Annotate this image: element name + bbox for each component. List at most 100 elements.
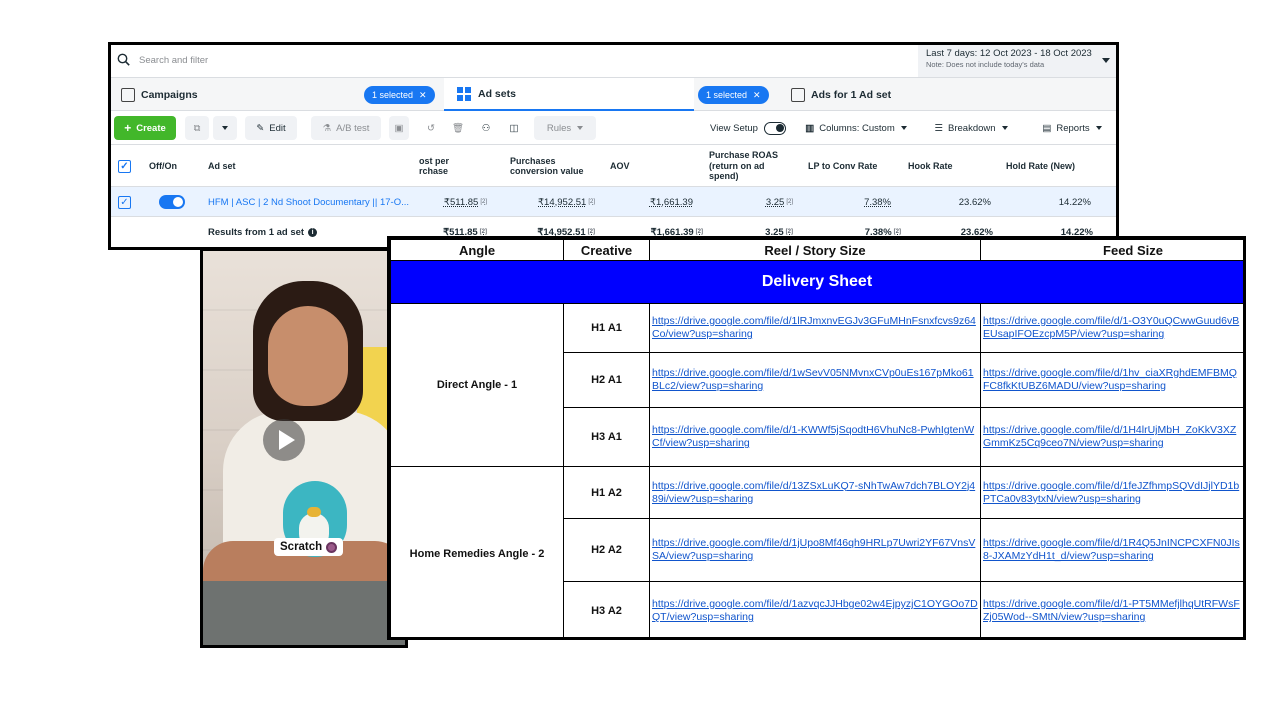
column-purchases-conversion-value[interactable]: Purchases conversion value: [510, 145, 600, 187]
row-toggle[interactable]: [159, 187, 185, 217]
edit-button[interactable]: ✎ Edit: [245, 116, 297, 140]
reports-button[interactable]: ▤ Reports: [1031, 116, 1113, 140]
columns-button[interactable]: ▥ Columns: Custom: [795, 116, 917, 140]
person-face: [268, 306, 348, 406]
hold-rate-value: 14.22%: [1058, 196, 1091, 208]
ad-sets-selected-chip[interactable]: 1 selected ✕: [698, 86, 769, 104]
reports-icon: ▤: [1042, 122, 1052, 134]
chevron-down-icon: [900, 126, 907, 130]
view-setup-label: View Setup: [710, 122, 758, 134]
create-button[interactable]: + Create: [114, 116, 176, 140]
reports-label: Reports: [1056, 122, 1090, 134]
column-off-on[interactable]: Off/On: [149, 145, 177, 187]
reel-link[interactable]: https://drive.google.com/file/d/1wSevV05…: [649, 352, 981, 408]
flask-icon: ⚗: [322, 122, 332, 134]
video-thumbnail[interactable]: Scratch: [200, 248, 408, 648]
delete-button[interactable]: 🗑: [448, 116, 468, 140]
creative-cell: H1 A1: [563, 303, 650, 353]
close-icon[interactable]: ✕: [419, 90, 427, 101]
footnote-mark: [2]: [786, 199, 793, 205]
clipboard-button[interactable]: ▣: [389, 116, 409, 140]
column-aov[interactable]: AOV: [610, 145, 630, 187]
tab-ad-sets[interactable]: Ad sets: [444, 78, 694, 111]
toggle-switch[interactable]: [763, 121, 786, 135]
column-purchase-roas[interactable]: Purchase ROAS (return on ad spend): [709, 145, 799, 187]
ads-manager-panel: Search and filter Last 7 days: 12 Oct 20…: [108, 42, 1119, 250]
chevron-down-icon: [577, 126, 584, 130]
table-surface: [203, 581, 405, 645]
reel-link[interactable]: https://drive.google.com/file/d/1lRJmxnv…: [649, 303, 981, 353]
table-row[interactable]: ✓ HFM | ASC | 2 Nd Shoot Documentary || …: [111, 187, 1116, 217]
checkmark-icon: ✓: [118, 159, 131, 173]
footnote-mark: [2]: [479, 229, 487, 235]
tab-ads[interactable]: Ads for 1 Ad set: [791, 78, 891, 111]
columns-icon: ▥: [805, 122, 815, 134]
toolbar: + Create ⧉ ✎ Edit ⚗ A/B test ▣ ↺ 🗑 ⚇ ◫ R…: [111, 111, 1116, 145]
column-hold-rate[interactable]: Hold Rate (New): [1006, 145, 1075, 187]
reel-link[interactable]: https://drive.google.com/file/d/13ZSxLuK…: [649, 466, 981, 519]
preview-button[interactable]: ◫: [504, 116, 524, 140]
header-reel-story-size: Reel / Story Size: [649, 239, 981, 261]
pencil-icon: ✎: [256, 122, 265, 134]
campaigns-selected-chip[interactable]: 1 selected ✕: [364, 86, 435, 104]
cost-per-purchase-text: ₹511.85: [443, 196, 479, 208]
aov-value: ₹1,661.39: [649, 196, 693, 208]
ab-test-button[interactable]: ⚗ A/B test: [311, 116, 381, 140]
footnote-mark: [2]: [695, 229, 703, 235]
header-creative: Creative: [563, 239, 650, 261]
row-checkbox[interactable]: ✓: [118, 187, 131, 217]
conversion-value-text: ₹14,952.51: [538, 196, 587, 208]
search-icon: [117, 53, 130, 66]
delivery-sheet: Angle Creative Reel / Story Size Feed Si…: [387, 236, 1246, 640]
column-lp-to-conv-rate[interactable]: LP to Conv Rate: [808, 145, 877, 187]
column-hook-rate[interactable]: Hook Rate: [908, 145, 953, 187]
edit-label: Edit: [269, 122, 286, 134]
info-icon[interactable]: i: [308, 227, 318, 237]
columns-label: Columns: Custom: [819, 122, 895, 134]
yarn-ball-icon: [326, 541, 338, 553]
table-row: Direct Angle - 1 H1 A1 https://drive.goo…: [390, 303, 1243, 467]
play-icon[interactable]: [263, 419, 305, 461]
audience-button[interactable]: ⚇: [476, 116, 496, 140]
tab-campaigns[interactable]: Campaigns: [121, 78, 198, 111]
date-range-picker[interactable]: Last 7 days: 12 Oct 2023 - 18 Oct 2023 N…: [918, 45, 1116, 77]
column-ad-set[interactable]: Ad set: [208, 145, 236, 187]
cost-per-purchase-value: ₹511.85 [2]: [431, 187, 487, 217]
breakdown-button[interactable]: ☰ Breakdown: [923, 116, 1019, 140]
reel-link[interactable]: https://drive.google.com/file/d/1-KWWf5j…: [649, 407, 981, 467]
undo-icon: ↺: [427, 122, 435, 134]
footnote-mark: [2]: [785, 229, 793, 235]
chevron-down-icon: [1001, 126, 1008, 130]
rules-button[interactable]: Rules: [534, 116, 596, 140]
search-input[interactable]: Search and filter: [139, 55, 208, 66]
feed-link[interactable]: https://drive.google.com/file/d/1-PT5MMe…: [980, 581, 1243, 637]
reel-link[interactable]: https://drive.google.com/file/d/1azvqcJJ…: [649, 581, 981, 637]
table-row: Home Remedies Angle - 2 H1 A2 https://dr…: [390, 466, 1243, 637]
feed-link[interactable]: https://drive.google.com/file/d/1R4Q5JnI…: [980, 518, 1243, 582]
reel-link[interactable]: https://drive.google.com/file/d/1jUpo8Mf…: [649, 518, 981, 582]
select-all-checkbox[interactable]: ✓: [118, 145, 131, 187]
ad-set-name-link[interactable]: HFM | ASC | 2 Nd Shoot Documentary || 17…: [208, 187, 409, 217]
preview-icon: ◫: [509, 122, 519, 134]
footnote-mark: [2]: [480, 199, 487, 205]
sheet-title-row: Delivery Sheet: [390, 260, 1243, 304]
feed-link[interactable]: https://drive.google.com/file/d/1hv_ciaX…: [980, 352, 1243, 408]
view-setup-toggle[interactable]: View Setup: [707, 116, 789, 140]
duplicate-button[interactable]: ⧉: [185, 116, 209, 140]
create-label: Create: [136, 122, 166, 134]
feed-link[interactable]: https://drive.google.com/file/d/1H4lrUjM…: [980, 407, 1243, 467]
toggle-switch[interactable]: [159, 195, 185, 209]
feed-link[interactable]: https://drive.google.com/file/d/1-O3Y0uQ…: [980, 303, 1243, 353]
totals-label: Results from 1 ad set i: [208, 217, 318, 247]
duplicate-dropdown-button[interactable]: [213, 116, 237, 140]
undo-button[interactable]: ↺: [421, 116, 441, 140]
header-feed-size: Feed Size: [980, 239, 1243, 261]
conversion-value: ₹14,952.51 [2]: [516, 187, 595, 217]
footnote-mark: [2]: [893, 229, 901, 235]
angle-cell: Direct Angle - 1: [390, 303, 564, 467]
feed-link[interactable]: https://drive.google.com/file/d/1feJZfhm…: [980, 466, 1243, 519]
close-icon[interactable]: ✕: [753, 90, 761, 101]
plus-icon: +: [124, 121, 132, 135]
column-cost-per-purchase[interactable]: ost per rchase: [419, 145, 499, 187]
footnote-mark: [2]: [588, 199, 595, 205]
